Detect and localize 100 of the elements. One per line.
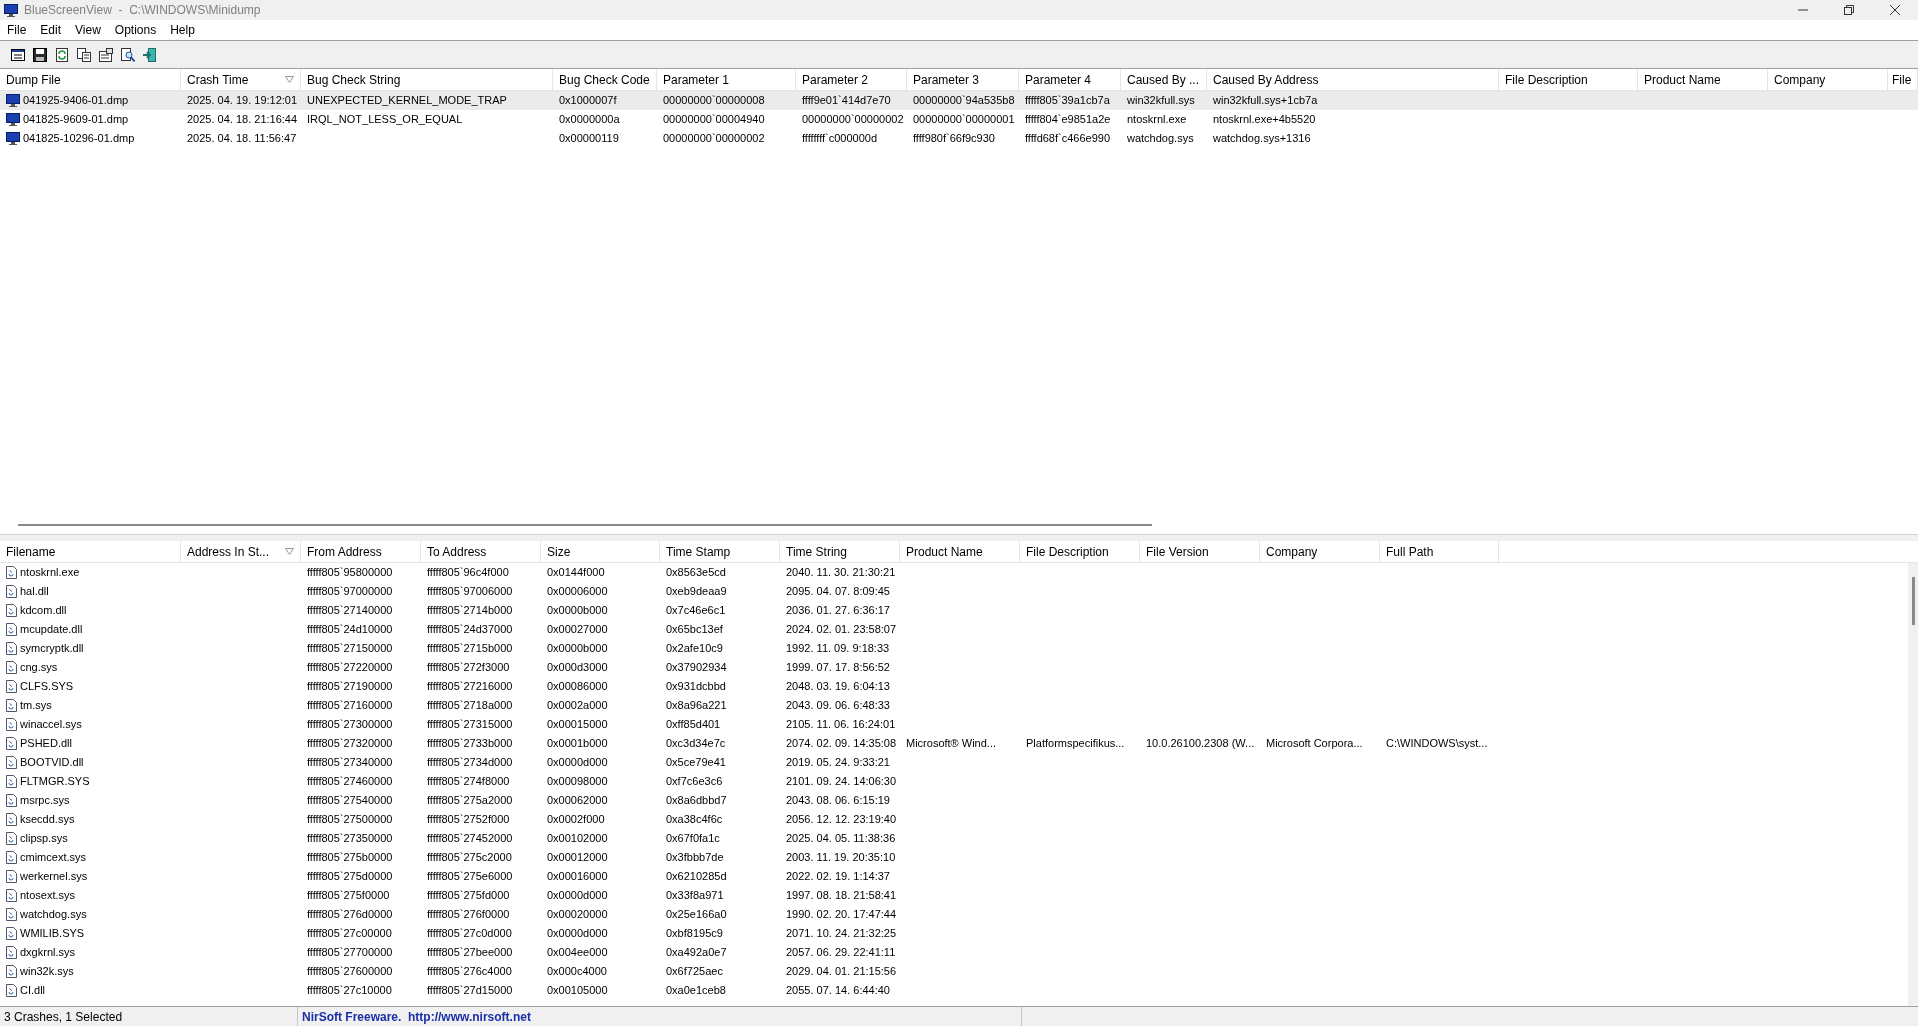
table-cell-text: 2036. 01. 27. 6:36:17: [786, 603, 890, 619]
table-cell-text: 00000000`94a535b8: [913, 93, 1015, 109]
file-icon: [6, 585, 17, 598]
table-cell-text: 0x00086000: [547, 679, 608, 695]
file-name[interactable]: tm.sys: [20, 697, 52, 714]
window-title: BlueScreenView - C:\WINDOWS\Minidump: [24, 2, 261, 19]
table-cell-text: 2025. 04. 18. 11:56:47: [187, 131, 297, 147]
file-icon: [6, 661, 17, 674]
table-cell-text: fffff805`275f0000: [307, 888, 390, 904]
table-cell-text: fffff805`27150000: [307, 641, 393, 657]
file-name[interactable]: WMILIB.SYS: [20, 925, 85, 942]
file-name[interactable]: msrpc.sys: [20, 792, 70, 809]
file-name[interactable]: symcryptk.dll: [20, 640, 84, 657]
table-cell-text: 0x6f725aec: [666, 964, 723, 980]
file-name[interactable]: PSHED.dll: [20, 735, 72, 752]
table-cell-text: 0xff85d401: [666, 717, 721, 733]
file-icon: [6, 775, 17, 788]
file-name[interactable]: 041825-9609-01.dmp: [23, 111, 129, 128]
search-button[interactable]: [118, 45, 137, 64]
table-cell-text: 00000000`00004940: [663, 112, 765, 128]
file-name[interactable]: dxgkrnl.sys: [20, 944, 76, 961]
table-cell-text: ffffd68f`c466e990: [1025, 131, 1111, 147]
table-cell-text: fffff804`e9851a2e: [1025, 112, 1111, 128]
menu-item[interactable]: Help: [163, 21, 202, 39]
file-name[interactable]: clipsp.sys: [20, 830, 68, 847]
file-icon: [6, 889, 17, 902]
file-name[interactable]: ksecdd.sys: [20, 811, 75, 828]
menu-item[interactable]: File: [0, 21, 34, 39]
table-cell-text: fffff805`27bee000: [427, 945, 513, 961]
table-cell-text: fffff805`27c0d000: [427, 926, 512, 942]
table-cell-text: fffff805`275fd000: [427, 888, 510, 904]
table-cell-text: 0x931dcbbd: [666, 679, 726, 695]
file-name[interactable]: 041925-9406-01.dmp: [23, 92, 129, 109]
monitor-icon: [6, 113, 20, 126]
table-cell-text: 0x0002f000: [547, 812, 605, 828]
credit-link[interactable]: NirSoft Freeware. http://www.nirsoft.net: [302, 1007, 531, 1026]
table-cell-text: Microsoft Corpora...: [1266, 736, 1363, 752]
search-icon: [119, 46, 136, 63]
file-icon: [6, 946, 17, 959]
table-cell-text: 0x0000d000: [547, 755, 608, 771]
table-cell-text: 0x0000d000: [547, 888, 608, 904]
file-icon: [6, 908, 17, 921]
table-cell-text: Platformspecifikus...: [1026, 736, 1125, 752]
copy-button[interactable]: [74, 45, 93, 64]
table-row[interactable]: 041825-10296-01.dmp 2025. 04. 18. 11:56:47 0x00000119 00000000`00000002 ffffffff`c000000d ffff980f`66f9c930 ffffd68f`c466e990 watchdog.sys watchdog.sys+1316: [0, 129, 1918, 148]
table-cell-text: 0x8563e5cd: [666, 565, 726, 581]
table-cell-text: fffff805`27320000: [307, 736, 393, 752]
menu-item[interactable]: Options: [107, 21, 164, 39]
file-name[interactable]: ntosext.sys: [20, 887, 76, 904]
file-name[interactable]: BOOTVID.dll: [20, 754, 84, 771]
file-name[interactable]: CLFS.SYS: [20, 678, 74, 695]
table-cell-text: fffff805`95800000: [307, 565, 393, 581]
file-name[interactable]: watchdog.sys: [20, 906, 87, 923]
file-icon: [6, 604, 17, 617]
file-name[interactable]: winaccel.sys: [20, 716, 82, 733]
table-cell-text: 0x00105000: [547, 983, 608, 999]
table-cell-text: 0x65bc13ef: [666, 622, 723, 638]
file-name[interactable]: cmimcext.sys: [20, 849, 86, 866]
table-cell-text: 2095. 04. 07. 8:09:45: [786, 584, 890, 600]
file-name[interactable]: kdcom.dll: [20, 602, 67, 619]
file-name[interactable]: win32k.sys: [20, 963, 74, 980]
file-name[interactable]: ntoskrnl.exe: [20, 564, 80, 581]
file-name[interactable]: mcupdate.dll: [20, 621, 83, 638]
file-icon: [6, 718, 17, 731]
table-cell-text: ntoskrnl.exe: [1127, 112, 1187, 128]
menu-item[interactable]: View: [68, 21, 108, 39]
status-text: 3 Crashes, 1 Selected: [4, 1008, 123, 1026]
table-row[interactable]: 041825-9609-01.dmp 2025. 04. 18. 21:16:44 IRQL_NOT_LESS_OR_EQUAL 0x0000000a 00000000`00004940 00000000`00000002 00000000`00000001 fffff804`e9851a2e ntoskrnl.exe ntoskrnl.exe+4b5520: [0, 110, 1918, 129]
file-name[interactable]: 041825-10296-01.dmp: [23, 130, 135, 147]
table-cell-text: 0x00098000: [547, 774, 608, 790]
table-cell-text: 0x37902934: [666, 660, 727, 676]
file-name[interactable]: FLTMGR.SYS: [20, 773, 90, 790]
menu-item[interactable]: Edit: [33, 21, 69, 39]
table-cell-text: 0x0000b000: [547, 603, 608, 619]
table-cell-text: fffff805`27160000: [307, 698, 393, 714]
file-name[interactable]: cng.sys: [20, 659, 58, 676]
file-name[interactable]: CI.dll: [20, 982, 46, 999]
file-name[interactable]: werkernel.sys: [20, 868, 88, 885]
table-cell-text: 0xa492a0e7: [666, 945, 727, 961]
properties-button[interactable]: [96, 45, 115, 64]
exit-button[interactable]: [140, 45, 159, 64]
table-cell-text: 2029. 04. 01. 21:15:56: [786, 964, 897, 980]
monitor-icon: [6, 94, 20, 107]
save-button[interactable]: [30, 45, 49, 64]
table-cell-text: 0x00102000: [547, 831, 608, 847]
table-cell-text: fffff805`275b0000: [307, 850, 393, 866]
file-icon: [6, 965, 17, 978]
table-cell-text: 0x00016000: [547, 869, 608, 885]
table-cell-text: 0x33f8a971: [666, 888, 724, 904]
table-cell-text: fffff805`276d0000: [307, 907, 393, 923]
table-cell-text: fffff805`27460000: [307, 774, 393, 790]
table-cell-text: 2025. 04. 05. 11:38:36: [786, 831, 896, 847]
file-name[interactable]: hal.dll: [20, 583, 49, 600]
table-cell-text: fffff805`2718a000: [427, 698, 513, 714]
table-cell-text: fffff805`276f0000: [427, 907, 510, 923]
table-cell-text: 0x5ce79e41: [666, 755, 726, 771]
file-icon: [6, 832, 17, 845]
table-row[interactable]: 041925-9406-01.dmp 2025. 04. 19. 19:12:01 UNEXPECTED_KERNEL_MODE_TRAP 0x1000007f 00000000`00000008 ffff9e01`414d7e70 00000000`94a535b8 fffff805`39a1cb7a win32kfull.sys win32kfull.sys+1cb7a: [0, 91, 1918, 110]
sort-icon: [285, 548, 294, 555]
vertical-scrollbar[interactable]: [1908, 563, 1918, 1006]
